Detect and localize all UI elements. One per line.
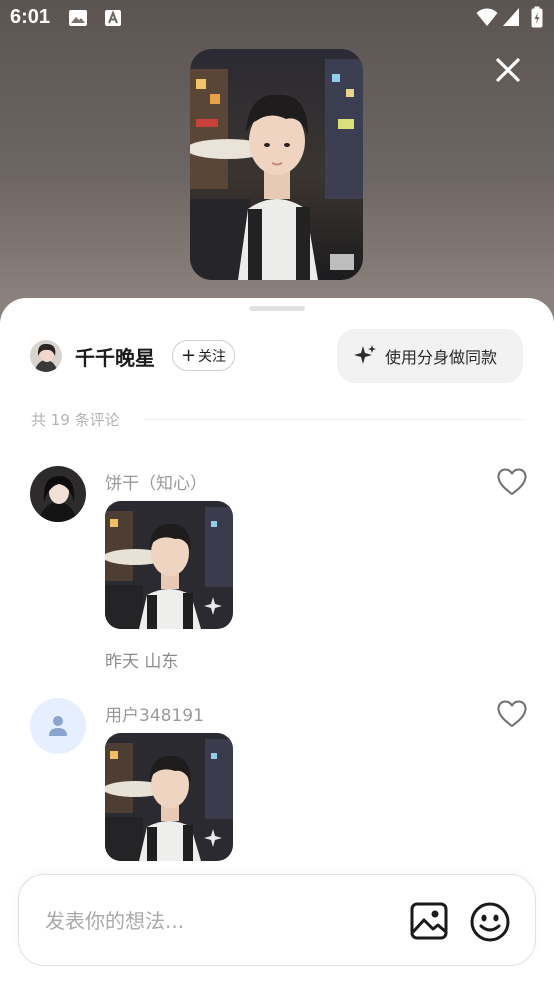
- comment-image[interactable]: [105, 501, 233, 629]
- image-icon[interactable]: [409, 901, 449, 941]
- status-time: 6:01: [10, 6, 51, 28]
- comment-meta: 昨天 山东: [105, 652, 179, 672]
- comment-avatar-default[interactable]: [30, 698, 86, 754]
- font-notification-icon: [105, 10, 121, 26]
- author-name[interactable]: 千千晚星: [75, 342, 155, 371]
- wifi-icon: [476, 8, 498, 26]
- author-avatar-image: [30, 340, 62, 372]
- sparkle-icon: [354, 345, 376, 364]
- portrait-photo-illustration: [190, 49, 363, 280]
- use-same-style-label: 使用分身做同款: [385, 348, 498, 367]
- comment-avatar-image: [30, 466, 86, 522]
- close-icon[interactable]: [490, 52, 526, 88]
- comment-count: 共 19 条评论: [31, 411, 120, 429]
- post-photo[interactable]: [190, 49, 363, 280]
- comment-photo-illustration: [105, 501, 233, 629]
- smiley-icon[interactable]: [469, 901, 511, 943]
- comment-author-name[interactable]: 用户348191: [105, 701, 204, 726]
- comment-photo-illustration: [105, 733, 233, 861]
- person-icon: [49, 716, 67, 736]
- gallery-notification-icon: [69, 10, 87, 26]
- status-bar: 6:01: [0, 0, 554, 38]
- plus-icon: +: [180, 344, 197, 366]
- use-same-style-button[interactable]: 使用分身做同款: [337, 329, 523, 383]
- heart-icon[interactable]: [496, 466, 528, 498]
- comment-input[interactable]: [43, 901, 407, 941]
- comment-avatar[interactable]: [30, 466, 86, 522]
- divider: [144, 419, 523, 420]
- signal-icon: [503, 8, 519, 26]
- comment-author-name[interactable]: 饼干（知心）: [105, 469, 207, 494]
- follow-button[interactable]: + 关注: [172, 340, 235, 371]
- battery-icon: [531, 6, 543, 28]
- follow-label: 关注: [198, 348, 227, 365]
- heart-icon[interactable]: [496, 698, 528, 730]
- author-avatar[interactable]: [30, 340, 62, 372]
- sheet-grabber[interactable]: [249, 306, 305, 311]
- comment-image[interactable]: [105, 733, 233, 861]
- comment-composer: [18, 874, 536, 966]
